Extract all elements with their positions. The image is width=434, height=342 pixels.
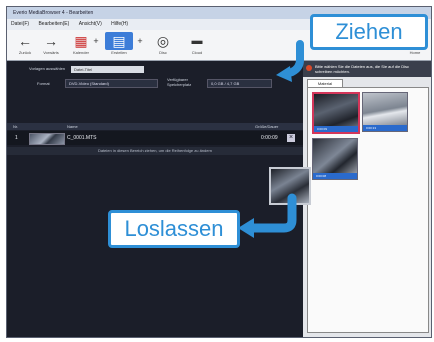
- drop-arrowhead-icon: [238, 218, 254, 238]
- drag-arrows: [238, 40, 304, 238]
- drop-arrow-icon: [245, 193, 297, 233]
- drag-arrowhead-icon: [276, 66, 292, 82]
